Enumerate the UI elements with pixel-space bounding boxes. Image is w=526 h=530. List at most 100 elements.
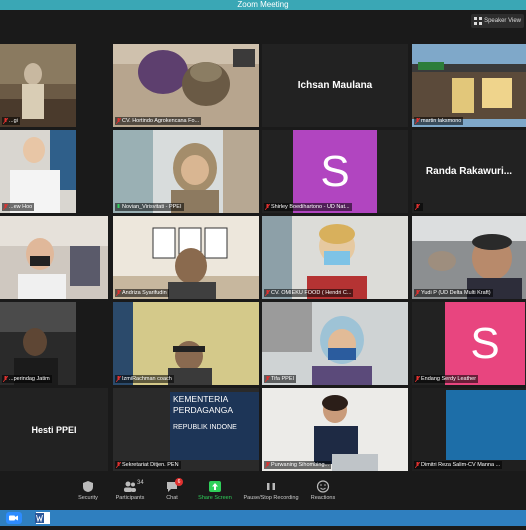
video-feed xyxy=(0,130,76,213)
participant-tile[interactable]: Tifa PPEI xyxy=(262,302,408,385)
mic-muted-icon xyxy=(265,204,270,210)
mic-muted-icon xyxy=(116,376,121,382)
participant-name: Tifa PPEI xyxy=(271,376,295,382)
participant-name-bar: Tifa PPEI xyxy=(264,375,297,383)
share-screen-icon xyxy=(209,481,221,492)
mic-muted-icon xyxy=(3,204,8,210)
chat-badge: 6 xyxy=(175,478,183,486)
video-feed xyxy=(412,216,526,299)
record-label: Pause/Stop Recording xyxy=(243,495,299,501)
speaker-view-button[interactable]: Speaker View xyxy=(471,14,524,28)
word-icon xyxy=(35,512,50,524)
participant-name: martin laksmono xyxy=(421,118,462,124)
participant-tile[interactable]: S Shirley Boedihartono - UD Nat... xyxy=(262,130,408,213)
slide-line: REPUBLIK INDONE xyxy=(173,424,237,431)
participant-tile[interactable]: ...ew Hoo xyxy=(0,130,76,213)
os-taskbar xyxy=(0,510,526,526)
mic-muted-icon xyxy=(415,376,420,382)
participant-name: ...gi xyxy=(9,118,18,124)
participant-tile[interactable]: Ichsan Maulana xyxy=(262,44,408,127)
participant-tile[interactable]: KEMENTERIA PERDAGANGA REPUBLIK INDONE Se… xyxy=(113,388,259,471)
pause-stop-icon xyxy=(267,483,275,490)
record-button[interactable]: Pause/Stop Recording xyxy=(241,480,301,501)
participant-name-bar: CV. Hortindo Agrokencana Fo... xyxy=(115,117,202,125)
participant-name: CV. OMIEKU FOOD ( Hendri C... xyxy=(271,290,352,296)
participant-name: ...ew Hoo xyxy=(9,204,33,210)
reactions-button[interactable]: Reactions xyxy=(293,480,353,501)
mic-muted-icon xyxy=(415,204,420,210)
security-label: Security xyxy=(78,495,98,501)
mic-on-icon xyxy=(117,204,120,208)
participant-name: ...perindag Jatim xyxy=(9,376,50,382)
participant-name: Endang Serdy Leather xyxy=(421,376,477,382)
participant-tile-active-speaker[interactable]: Novian_Virisvitati - PPEI xyxy=(113,130,259,213)
avatar-letter: S xyxy=(320,146,350,196)
participant-tile[interactable]: ...gi xyxy=(0,44,76,127)
video-feed xyxy=(0,302,76,385)
participant-name: CV. Hortindo Agrokencana Fo... xyxy=(122,118,200,124)
participant-name-bar: Andriza Syarifudin xyxy=(115,289,169,297)
participant-name-bar: ...gi xyxy=(2,117,20,125)
mic-muted-icon xyxy=(265,290,270,296)
mic-muted-icon xyxy=(265,376,270,382)
mic-muted-icon xyxy=(3,118,8,124)
participant-tile[interactable]: Yudi P (UD Delta Multi Kraft) xyxy=(412,216,526,299)
reactions-icon xyxy=(316,480,330,493)
window-title: Zoom Meeting xyxy=(237,0,289,9)
participant-display-name: Hesti PPEI xyxy=(31,424,77,435)
video-feed xyxy=(412,44,526,127)
participant-name-bar: CV. OMIEKU FOOD ( Hendri C... xyxy=(264,289,354,297)
participant-tile[interactable]: CV. Hortindo Agrokencana Fo... xyxy=(113,44,259,127)
participant-tile[interactable]: IzmiRachman coach xyxy=(113,302,259,385)
participant-tile[interactable]: martin laksmono xyxy=(412,44,526,127)
participant-tile[interactable]: S Endang Serdy Leather xyxy=(412,302,526,385)
video-feed xyxy=(412,388,526,471)
participant-name: IzmiRachman coach xyxy=(122,376,172,382)
participant-name: Dimitri Reza Salim-CV Manna ... xyxy=(421,462,501,468)
participant-name: Purwaning Sihombing... xyxy=(271,462,330,468)
participant-tile[interactable]: CV. OMIEKU FOOD ( Hendri C... xyxy=(262,216,408,299)
window-titlebar: Zoom Meeting xyxy=(0,0,526,10)
video-feed xyxy=(113,44,259,127)
slide-line: PERDAGANGA xyxy=(173,405,233,415)
reactions-label: Reactions xyxy=(310,495,336,501)
video-feed xyxy=(113,130,259,213)
word-taskbar-button[interactable] xyxy=(33,511,53,525)
video-feed xyxy=(262,216,408,299)
video-feed xyxy=(0,44,76,127)
chat-label: Chat xyxy=(166,495,178,501)
participant-avatar: S xyxy=(445,302,525,385)
participant-name-bar: martin laksmono xyxy=(414,117,464,125)
participant-tile[interactable]: ...perindag Jatim xyxy=(0,302,76,385)
participant-tile[interactable]: Andriza Syarifudin xyxy=(113,216,259,299)
mic-muted-icon xyxy=(116,462,121,468)
participant-tile[interactable]: Randa Rakawuri... xyxy=(412,130,526,213)
video-feed xyxy=(262,388,408,471)
participant-tile[interactable] xyxy=(0,216,108,299)
shared-slide: KEMENTERIA PERDAGANGA REPUBLIK INDONE xyxy=(170,392,259,460)
slide-line: KEMENTERIA xyxy=(173,394,229,404)
speaker-view-label: Speaker View xyxy=(484,18,521,24)
participant-name-bar: Endang Serdy Leather xyxy=(414,375,479,383)
mic-muted-icon xyxy=(116,290,121,296)
zoom-icon xyxy=(6,512,22,524)
share-screen-button[interactable]: Share Screen xyxy=(185,480,245,501)
grid-view-icon xyxy=(474,17,483,25)
gallery-grid: ...gi CV. Hortindo Agrokencana Fo... Ich… xyxy=(0,44,526,476)
mic-muted-icon xyxy=(415,462,420,468)
participant-name-bar: IzmiRachman coach xyxy=(115,375,174,383)
participant-tile[interactable]: Hesti PPEI xyxy=(0,388,108,471)
video-feed xyxy=(113,302,259,385)
video-feed xyxy=(262,302,408,385)
participant-name-bar: Novian_Virisvitati - PPEI xyxy=(115,203,184,211)
participant-name: Sekretariat Ditjen. PEN xyxy=(122,462,179,468)
participant-tile[interactable]: Dimitri Reza Salim-CV Manna ... xyxy=(412,388,526,471)
participant-name: Novian_Virisvitati - PPEI xyxy=(122,204,182,210)
participant-name: Yudi P (UD Delta Multi Kraft) xyxy=(421,290,491,296)
participants-icon xyxy=(124,481,136,492)
participant-name-bar: ...ew Hoo xyxy=(2,203,35,211)
zoom-taskbar-button[interactable] xyxy=(4,511,24,525)
participant-display-name: Ichsan Maulana xyxy=(297,80,373,91)
participant-tile[interactable]: Purwaning Sihombing... xyxy=(262,388,408,471)
shield-icon xyxy=(83,481,93,492)
